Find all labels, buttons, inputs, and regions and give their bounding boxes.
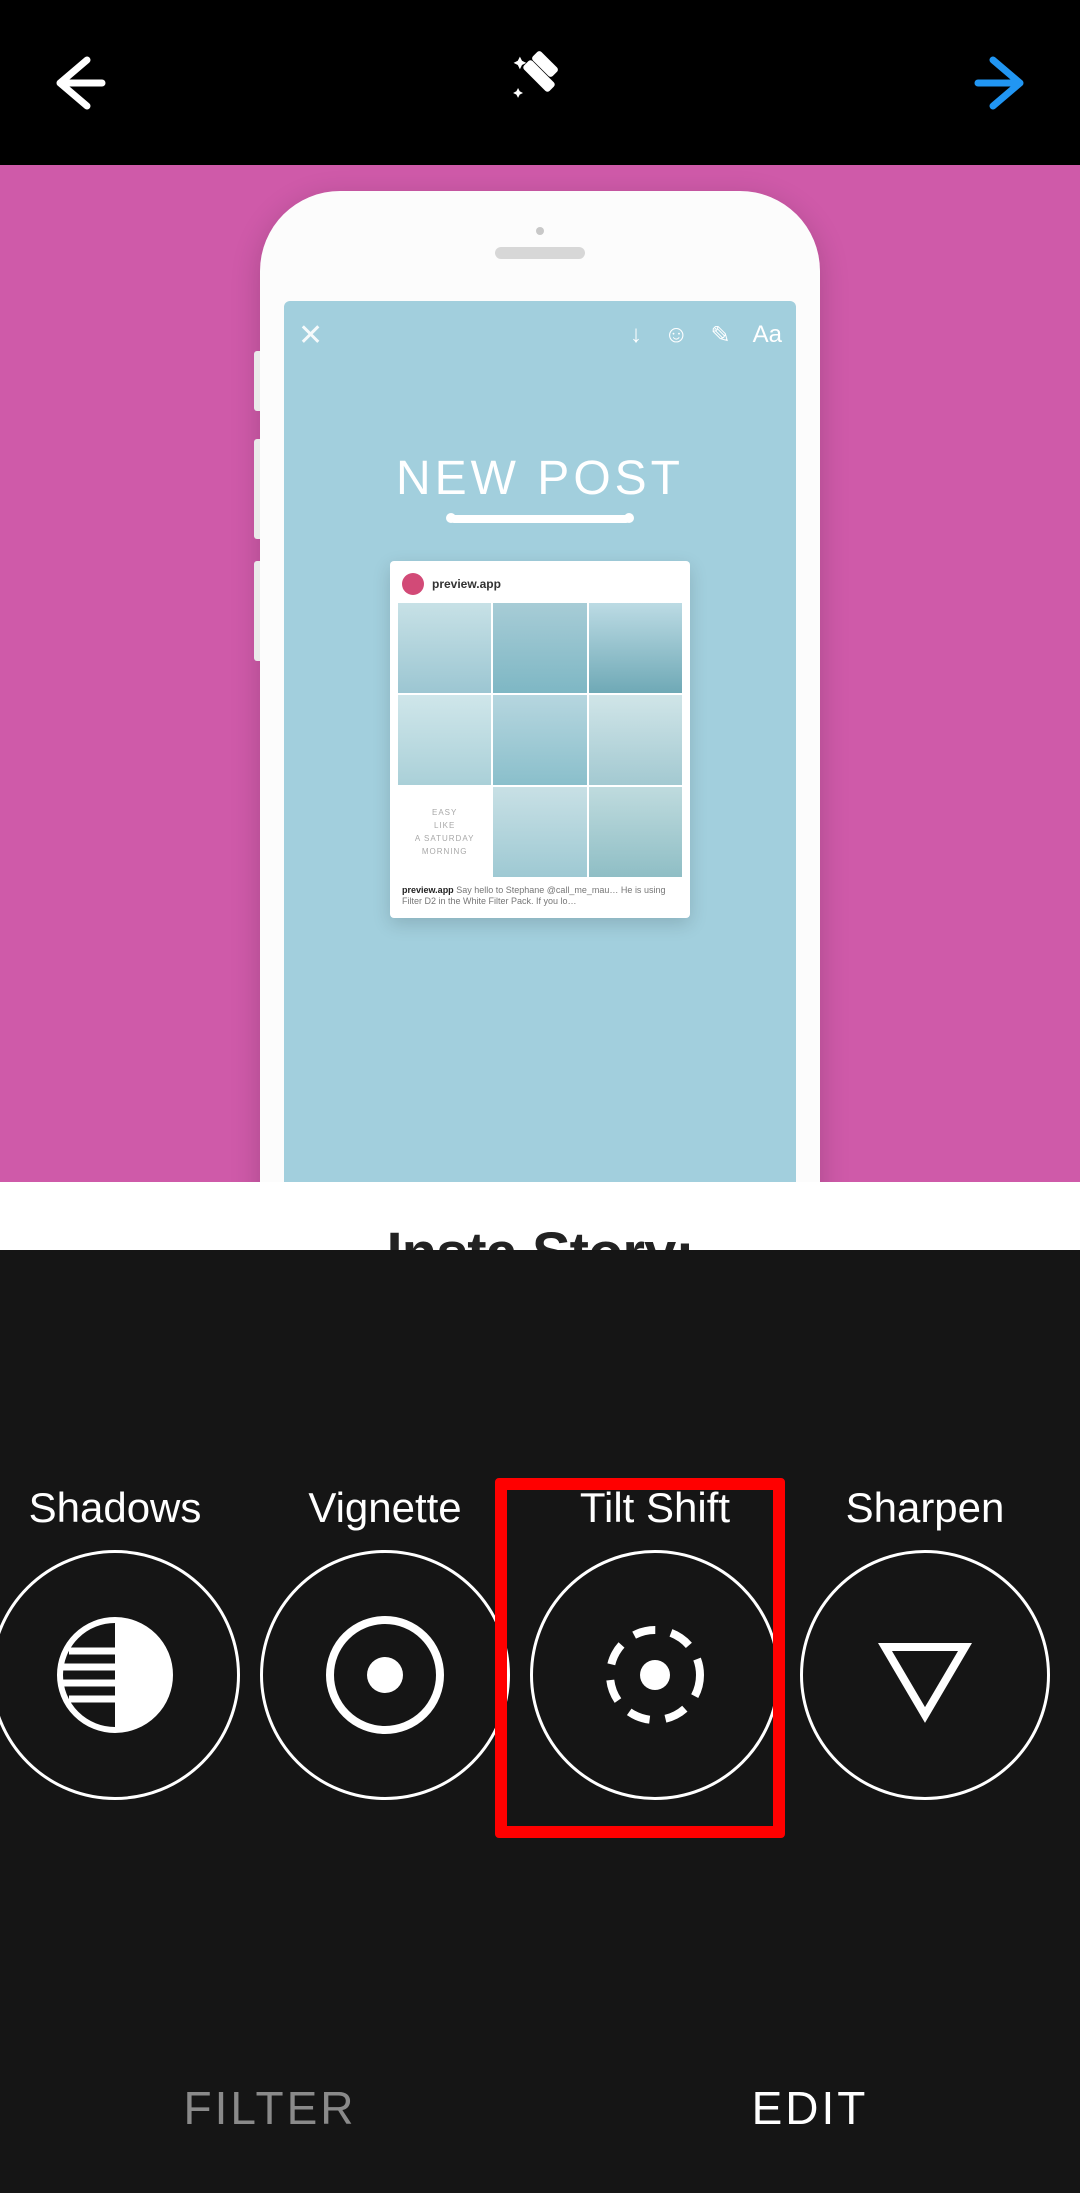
editor-top-bar xyxy=(0,0,1080,165)
back-button[interactable] xyxy=(42,48,112,118)
story-headline: NEW POST xyxy=(284,451,796,506)
phone-screen: ✕ ↓ ☺ ✎ Aa NEW POST preview.app xyxy=(284,301,796,1250)
tab-edit[interactable]: EDIT xyxy=(540,2053,1080,2163)
post-caption: preview.app Say hello to Stephane @call_… xyxy=(398,877,682,910)
forward-arrow-icon xyxy=(968,48,1038,118)
story-draw-icon: ✎ xyxy=(711,321,731,350)
image-billboard: Insta Story: Share clickable posts xyxy=(0,1182,1080,1250)
magic-wand-button[interactable] xyxy=(501,44,579,122)
tool-label: Sharpen xyxy=(846,1484,1005,1532)
story-tools: ↓ ☺ ✎ Aa xyxy=(630,321,782,350)
tool-tilt-shift[interactable]: Tilt Shift xyxy=(520,1484,790,1800)
tool-label: Tilt Shift xyxy=(580,1484,730,1532)
next-button[interactable] xyxy=(968,48,1038,118)
photo-canvas[interactable]: ✕ ↓ ☺ ✎ Aa NEW POST preview.app xyxy=(0,165,1080,1250)
story-post-card: preview.app EASY LIKE A SATURDAY MORNING… xyxy=(390,561,690,918)
shadows-icon xyxy=(0,1550,240,1800)
story-sticker-icon: ☺ xyxy=(664,321,689,349)
tool-shadows[interactable]: Shadows xyxy=(0,1484,250,1800)
back-arrow-icon xyxy=(42,48,112,118)
story-close-icon: ✕ xyxy=(298,318,323,353)
post-username: preview.app xyxy=(432,577,501,591)
magic-wand-icon xyxy=(501,44,579,122)
phone-mockup: ✕ ↓ ☺ ✎ Aa NEW POST preview.app xyxy=(260,191,820,1250)
post-grid: EASY LIKE A SATURDAY MORNING xyxy=(398,603,682,877)
story-topbar: ✕ ↓ ☺ ✎ Aa xyxy=(298,315,782,355)
tool-sharpen[interactable]: Sharpen xyxy=(790,1484,1060,1800)
editor-tab-bar: FILTER EDIT xyxy=(0,2053,1080,2163)
tilt-shift-icon xyxy=(530,1550,780,1800)
tool-label: Shadows xyxy=(29,1484,202,1532)
post-avatar xyxy=(402,573,424,595)
billboard-title: Insta Story: xyxy=(0,1220,1080,1250)
tab-filter[interactable]: FILTER xyxy=(0,2053,540,2163)
editor-panel: Shadows Vignette xyxy=(0,1250,1080,2193)
tool-label: Vignette xyxy=(308,1484,461,1532)
vignette-icon xyxy=(260,1550,510,1800)
story-headline-underline xyxy=(450,515,630,523)
sharpen-icon xyxy=(800,1550,1050,1800)
post-grid-text-cell: EASY LIKE A SATURDAY MORNING xyxy=(398,787,491,877)
edit-tools-row[interactable]: Shadows Vignette xyxy=(0,1484,1080,1904)
story-text-icon: Aa xyxy=(753,321,782,349)
tool-vignette[interactable]: Vignette xyxy=(250,1484,520,1800)
story-download-icon: ↓ xyxy=(630,321,642,349)
